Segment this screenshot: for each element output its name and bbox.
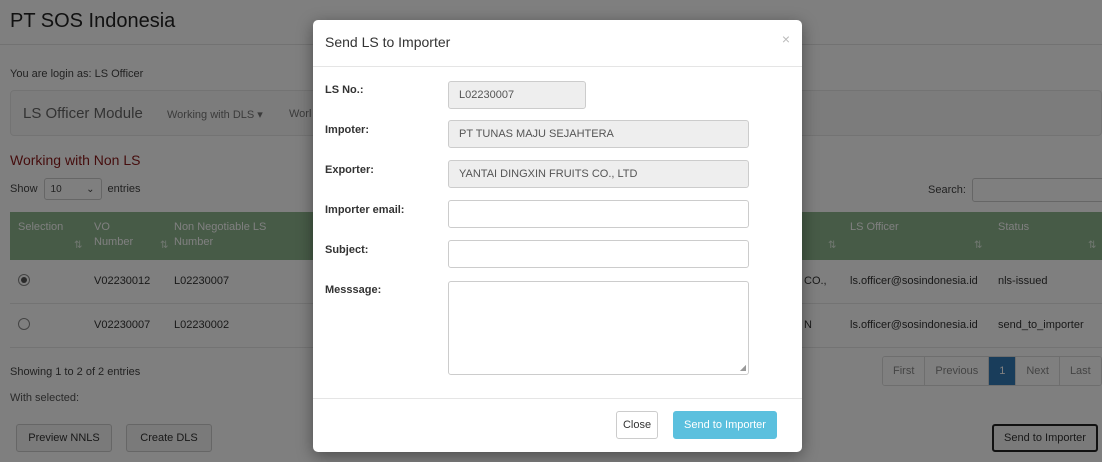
message-label: Messsage: (325, 284, 382, 296)
subject-field[interactable] (448, 240, 749, 268)
message-textarea[interactable]: ◢ (448, 281, 749, 375)
ls-no-field[interactable]: L02230007 (448, 81, 586, 109)
subject-label: Subject: (325, 244, 369, 256)
importer-label: Impoter: (325, 124, 369, 136)
modal-title: Send LS to Importer (325, 34, 451, 50)
importer-email-label: Importer email: (325, 204, 405, 216)
importer-field[interactable]: PT TUNAS MAJU SEJAHTERA (448, 120, 749, 148)
ls-no-label: LS No.: (325, 84, 364, 96)
importer-email-field[interactable] (448, 200, 749, 228)
modal-footer-divider (313, 398, 802, 399)
send-ls-modal: Send LS to Importer × LS No.: L02230007 … (313, 20, 802, 452)
close-button[interactable]: Close (616, 411, 658, 439)
send-to-importer-modal-button[interactable]: Send to Importer (673, 411, 777, 439)
close-icon[interactable]: × (782, 31, 790, 47)
exporter-label: Exporter: (325, 164, 374, 176)
exporter-field[interactable]: YANTAI DINGXIN FRUITS CO., LTD (448, 160, 749, 188)
modal-header: Send LS to Importer × (313, 20, 802, 67)
resize-grip-icon[interactable]: ◢ (740, 364, 746, 372)
